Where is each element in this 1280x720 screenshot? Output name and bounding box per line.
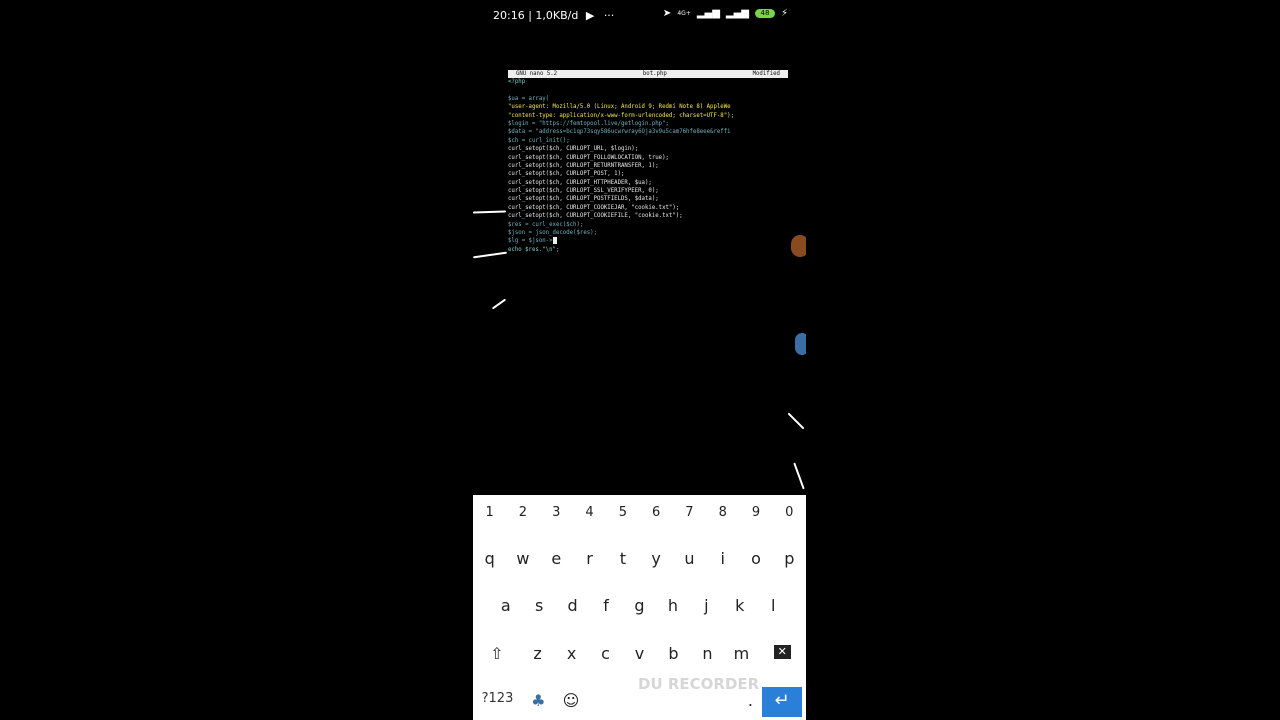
key-m[interactable]: m <box>724 644 758 663</box>
nano-state: Modified <box>752 71 780 77</box>
number-row: 1234567890 <box>473 505 806 520</box>
key-row-bottom: ?123 ♣ ☺ . <box>473 691 806 710</box>
enter-key[interactable]: ↵ <box>762 687 802 717</box>
symbols-key[interactable]: ?123 <box>473 691 522 710</box>
key-row-2: asdfghjkl <box>473 596 806 615</box>
location-icon: ➤ <box>662 8 672 19</box>
key-6[interactable]: 6 <box>639 505 672 520</box>
backspace-icon: ✕ <box>773 645 791 659</box>
key-n[interactable]: n <box>691 644 725 663</box>
key-r[interactable]: r <box>573 549 606 568</box>
key-row-3: ⇧ zxcvbnm ✕ <box>473 644 806 663</box>
key-f[interactable]: f <box>589 596 622 615</box>
charging-icon: ⚡ <box>780 8 788 19</box>
keyboard: 1234567890 qwertyuiop asdfghjkl ⇧ zxcvbn… <box>473 495 806 720</box>
text-cursor <box>552 237 557 245</box>
more-dots: ··· <box>603 9 615 22</box>
key-s[interactable]: s <box>522 596 555 615</box>
code-line: $lg = $json-> <box>508 237 788 245</box>
key-l[interactable]: l <box>757 596 790 615</box>
code-area[interactable]: <?php $ua = array( "user-agent: Mozilla/5.… <box>508 78 788 254</box>
key-1[interactable]: 1 <box>473 505 506 520</box>
key-row-1: qwertyuiop <box>473 549 806 568</box>
signal-icon-2: ▂▄▆ <box>725 8 749 19</box>
status-bar: 20:16 | 1,0KB/d ▶ ··· ➤ 4G+ ▂▄▆ ▂▄▆ 48 ⚡ <box>473 0 806 30</box>
key-d[interactable]: d <box>556 596 589 615</box>
key-k[interactable]: k <box>723 596 756 615</box>
battery-icon: 48 <box>754 9 775 18</box>
play-icon: ▶ <box>585 9 595 22</box>
code-line: curl_setopt($ch, CURLOPT_COOKIEJAR, "coo… <box>508 204 680 211</box>
code-line: curl_setopt($ch, CURLOPT_POSTFIELDS, $da… <box>508 196 659 203</box>
shift-key[interactable]: ⇧ <box>473 644 521 663</box>
key-z[interactable]: z <box>521 644 555 663</box>
key-5[interactable]: 5 <box>606 505 639 520</box>
key-b[interactable]: b <box>657 644 691 663</box>
key-0[interactable]: 0 <box>773 505 806 520</box>
code-line: echo $res."\n"; <box>508 246 560 253</box>
space-key[interactable] <box>587 691 734 710</box>
code-line: <?php <box>508 79 526 85</box>
key-y[interactable]: y <box>639 549 672 568</box>
swipe-mark <box>491 298 507 310</box>
time-and-speed: 20:16 | 1,0KB/d <box>493 9 579 22</box>
key-4[interactable]: 4 <box>573 505 606 520</box>
signal-icon: ▂▄▆ <box>696 8 720 19</box>
code-line: "content-type: application/x-www-form-ur… <box>508 112 734 119</box>
code-line: $data = "address=bc1qp73sqy586ucwrwray6O… <box>508 129 731 136</box>
code-line: $ua = array( <box>508 95 550 102</box>
phone-screen: 20:16 | 1,0KB/d ▶ ··· ➤ 4G+ ▂▄▆ ▂▄▆ 48 ⚡… <box>473 0 806 720</box>
code-line: curl_setopt($ch, CURLOPT_COOKIEFILE, "co… <box>508 213 683 220</box>
key-q[interactable]: q <box>473 549 506 568</box>
key-i[interactable]: i <box>706 549 739 568</box>
code-line: "user-agent: Mozilla/5.0 (Linux; Android… <box>508 104 731 111</box>
key-p[interactable]: p <box>773 549 806 568</box>
code-line: $res = curl_exec($ch); <box>508 221 584 228</box>
key-w[interactable]: w <box>506 549 539 568</box>
key-a[interactable]: a <box>489 596 522 615</box>
swipe-mark <box>473 251 507 259</box>
swipe-mark <box>787 412 805 430</box>
nano-filename: bot.php <box>642 71 667 77</box>
code-line: $ch = curl_init(); <box>508 137 570 144</box>
key-v[interactable]: v <box>623 644 657 663</box>
key-u[interactable]: u <box>673 549 706 568</box>
code-line: curl_setopt($ch, CURLOPT_URL, $login); <box>508 146 639 153</box>
floating-bubble-icon[interactable] <box>795 333 806 355</box>
network-label: 4G+ <box>677 10 691 17</box>
code-line: curl_setopt($ch, CURLOPT_HTTPHEADER, $ua… <box>508 179 652 186</box>
key-x[interactable]: x <box>555 644 589 663</box>
key-9[interactable]: 9 <box>739 505 772 520</box>
recorder-watermark: DU RECORDER <box>638 675 760 693</box>
nano-titlebar: GNU nano 5.2 bot.php Modified <box>508 70 788 78</box>
key-7[interactable]: 7 <box>673 505 706 520</box>
nano-version: GNU nano 5.2 <box>516 71 558 77</box>
key-o[interactable]: o <box>739 549 772 568</box>
emoji-app-icon[interactable]: ♣ <box>522 691 555 710</box>
code-line: $json = json_decode($res); <box>508 230 598 237</box>
swipe-mark <box>473 210 507 214</box>
code-line: $login = "https://femtopool.live/getlogi… <box>508 120 669 127</box>
code-line: curl_setopt($ch, CURLOPT_SSL_VERIFYPEER,… <box>508 188 659 195</box>
nano-editor[interactable]: GNU nano 5.2 bot.php Modified <?php $ua =… <box>508 70 788 254</box>
code-line: curl_setopt($ch, CURLOPT_FOLLOWLOCATION,… <box>508 154 669 161</box>
key-t[interactable]: t <box>606 549 639 568</box>
key-e[interactable]: e <box>540 549 573 568</box>
floating-bubble-icon[interactable] <box>791 235 806 257</box>
backspace-key[interactable]: ✕ <box>758 644 806 663</box>
emoji-key[interactable]: ☺ <box>555 691 588 710</box>
swipe-mark <box>793 462 805 490</box>
key-2[interactable]: 2 <box>506 505 539 520</box>
code-line: curl_setopt($ch, CURLOPT_POST, 1); <box>508 171 625 178</box>
key-j[interactable]: j <box>690 596 723 615</box>
key-g[interactable]: g <box>623 596 656 615</box>
code-line: curl_setopt($ch, CURLOPT_RETURNTRANSFER,… <box>508 162 659 169</box>
key-c[interactable]: c <box>589 644 623 663</box>
key-h[interactable]: h <box>656 596 689 615</box>
key-3[interactable]: 3 <box>540 505 573 520</box>
key-8[interactable]: 8 <box>706 505 739 520</box>
